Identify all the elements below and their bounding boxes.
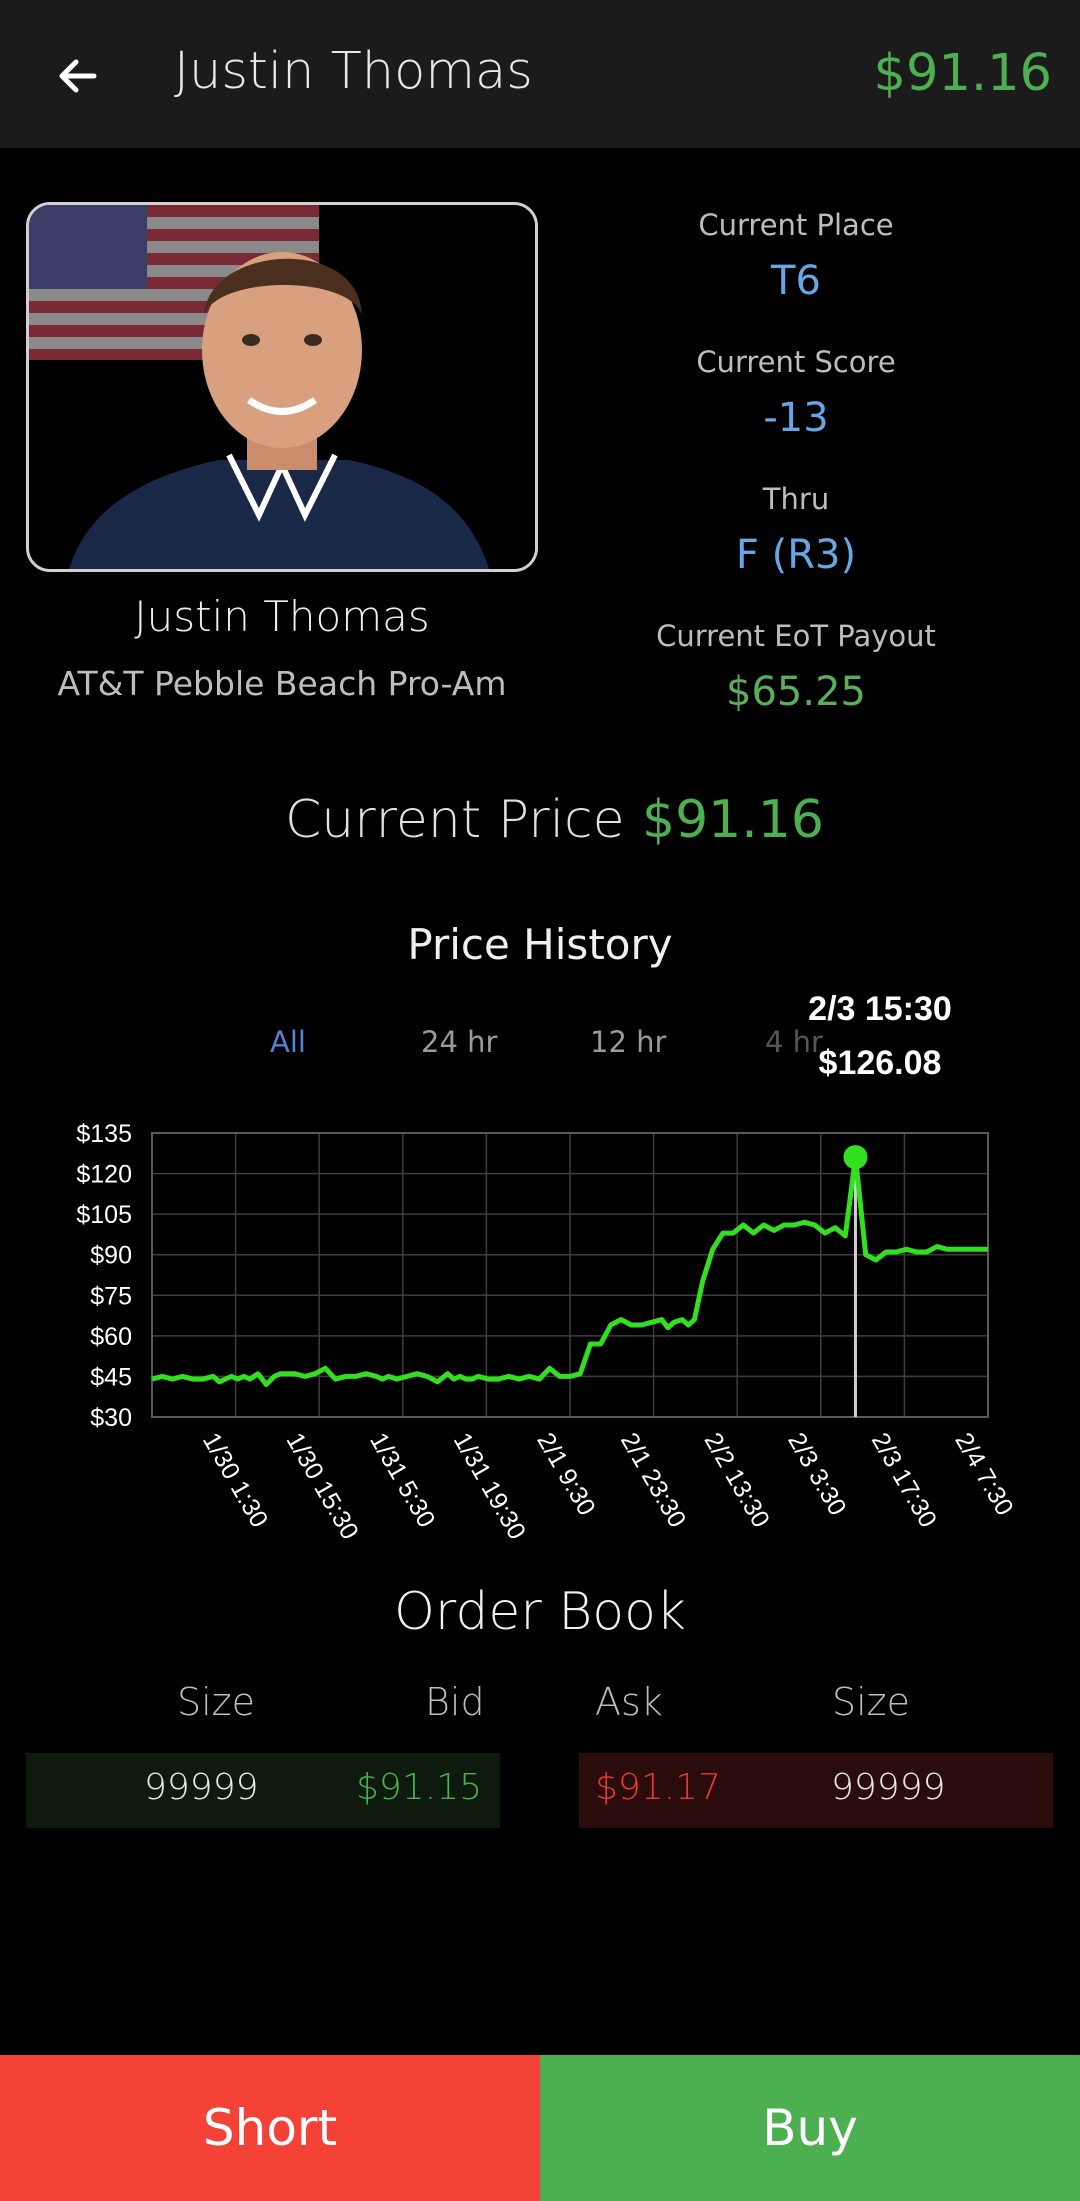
x-tick-label: 1/30 1:30	[197, 1428, 273, 1532]
bid-price: $91.15	[356, 1767, 482, 1808]
order-book-header-bid: Bid	[425, 1680, 485, 1724]
y-tick-label: $120	[76, 1161, 132, 1189]
short-button[interactable]: Short	[0, 2055, 540, 2201]
x-tick-label: 2/3 17:30	[866, 1428, 942, 1532]
price-history-title: Price History	[407, 920, 673, 969]
stat-label-thru: Thru	[762, 482, 830, 516]
y-tick-label: $135	[76, 1120, 132, 1148]
back-button[interactable]	[40, 40, 112, 112]
tab-all[interactable]: All	[270, 1025, 306, 1059]
stat-label-score: Current Score	[696, 345, 896, 379]
y-tick-label: $60	[90, 1323, 132, 1351]
bid-row[interactable]: 99999 $91.15	[26, 1753, 500, 1828]
x-tick-label: 1/31 5:30	[364, 1428, 440, 1532]
event-name: AT&T Pebble Beach Pro-Am	[57, 664, 507, 703]
y-tick-label: $30	[90, 1404, 132, 1432]
selected-point-marker	[843, 1145, 868, 1170]
ask-size: 99999	[831, 1767, 946, 1808]
tab-24hr[interactable]: 24 hr	[421, 1025, 497, 1059]
header-price: $91.16	[873, 44, 1052, 103]
x-tick-label: 2/4 7:30	[949, 1428, 1018, 1520]
x-tick-label: 2/1 9:30	[531, 1428, 600, 1520]
current-price-value: $91.16	[642, 790, 824, 850]
player-photo	[26, 202, 538, 572]
stat-value-place: T6	[771, 258, 821, 304]
y-tick-label: $75	[90, 1282, 132, 1310]
x-tick-label: 1/30 15:30	[281, 1428, 364, 1544]
bid-size: 99999	[144, 1767, 259, 1808]
chart-tooltip-value: $126.08	[818, 1044, 942, 1082]
order-book-header-ask-size: Size	[832, 1680, 911, 1724]
stat-label-place: Current Place	[698, 208, 894, 242]
order-book-title: Order Book	[393, 1582, 687, 1642]
chart-tooltip-date: 2/3 15:30	[808, 990, 952, 1028]
price-history-chart[interactable]: $135 $120 $105 $90 $75 $60 $45 $30 1/30 1:30 1/30…	[0, 1100, 1080, 1580]
x-tick-label: 2/1 23:30	[615, 1428, 691, 1532]
arrow-left-icon	[59, 59, 97, 93]
ask-price: $91.17	[595, 1767, 721, 1808]
player-portrait-image	[29, 205, 535, 569]
y-tick-label: $105	[76, 1201, 132, 1229]
stat-value-thru: F (R3)	[735, 532, 857, 578]
x-tick-label: 2/3 3:30	[782, 1428, 851, 1520]
current-price-label: Current Price	[285, 790, 625, 850]
stat-value-payout: $65.25	[726, 669, 866, 715]
app-bar: Justin Thomas $91.16	[0, 0, 1080, 148]
ask-row[interactable]: $91.17 99999	[579, 1753, 1053, 1828]
y-tick-label: $90	[90, 1242, 132, 1270]
stat-label-payout: Current EoT Payout	[656, 619, 936, 653]
player-name: Justin Thomas	[134, 592, 430, 641]
buy-button[interactable]: Buy	[540, 2055, 1080, 2201]
order-book-header-ask: Ask	[595, 1680, 663, 1724]
x-tick-label: 2/2 13:30	[699, 1428, 775, 1532]
x-tick-label: 1/31 19:30	[448, 1428, 531, 1544]
page-title: Justin Thomas	[174, 42, 533, 101]
stat-value-score: -13	[763, 395, 829, 441]
tab-12hr[interactable]: 12 hr	[590, 1025, 666, 1059]
y-tick-label: $45	[90, 1363, 132, 1391]
order-book-header-bid-size: Size	[177, 1680, 256, 1724]
